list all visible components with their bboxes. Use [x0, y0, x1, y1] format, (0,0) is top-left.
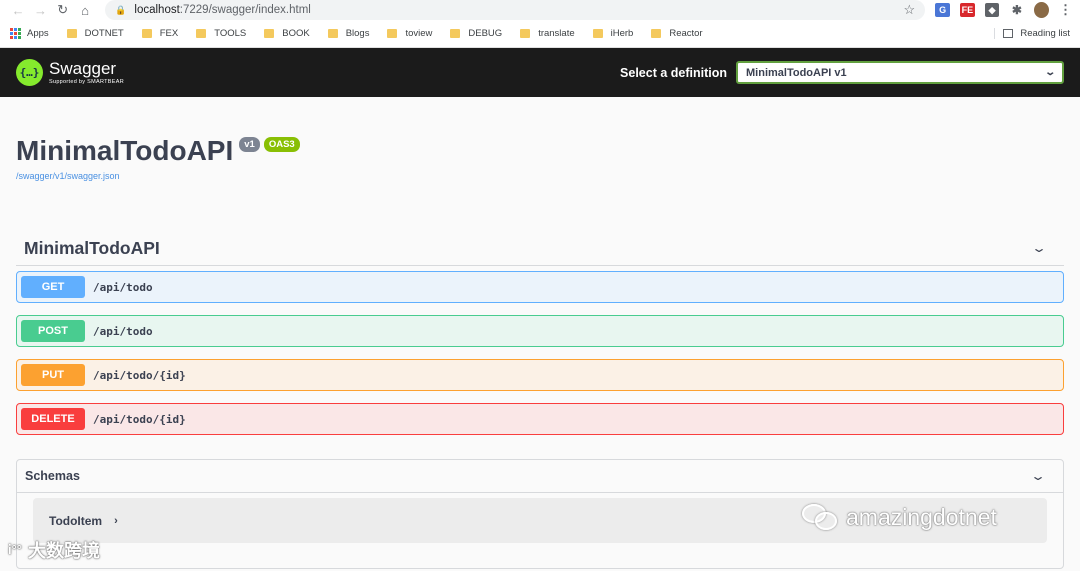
- folder-icon: [651, 29, 662, 38]
- version-badge: v1: [239, 137, 260, 152]
- operation-get-todo[interactable]: GET /api/todo: [16, 271, 1064, 303]
- bookmark-translate[interactable]: translate: [520, 28, 575, 39]
- oas-badge: OAS3: [263, 137, 300, 152]
- bookmark-book[interactable]: BOOK: [264, 28, 310, 39]
- schemas-title: Schemas: [25, 469, 80, 483]
- definition-selector: Select a definition MinimalTodoAPI v1 ⌄: [620, 61, 1064, 84]
- menu-kebab-icon[interactable]: ⋮: [1059, 2, 1072, 18]
- reload-icon[interactable]: ↻: [53, 1, 73, 19]
- watermark-right: amazingdotnet: [800, 502, 997, 532]
- tag-header-minimaltodoapi[interactable]: MinimalTodoAPI ⌄: [16, 231, 1064, 266]
- bookmark-reactor[interactable]: Reactor: [651, 28, 703, 39]
- bookmark-iherb[interactable]: iHerb: [592, 28, 634, 39]
- operation-delete-todo-id[interactable]: DELETE /api/todo/{id}: [16, 403, 1064, 435]
- forward-arrow-icon[interactable]: →: [30, 1, 50, 19]
- bookmark-label: toview: [405, 28, 433, 39]
- bookmark-toview[interactable]: toview: [387, 28, 432, 39]
- operation-path: /api/todo: [93, 280, 153, 294]
- chevron-right-icon: ›: [114, 514, 118, 527]
- schemas-header[interactable]: Schemas ⌄: [17, 460, 1063, 493]
- operation-path: /api/todo: [93, 324, 153, 338]
- spec-json-link[interactable]: /swagger/v1/swagger.json: [16, 171, 1064, 181]
- bookmark-dotnet[interactable]: DOTNET: [66, 28, 124, 39]
- apps-grid-icon: [10, 28, 21, 39]
- bookmark-star-icon[interactable]: ☆: [904, 2, 916, 18]
- back-arrow-icon[interactable]: ←: [8, 1, 28, 19]
- profile-avatar[interactable]: [1034, 2, 1050, 18]
- folder-icon: [66, 29, 77, 38]
- wechat-icon: [800, 502, 840, 532]
- fe-extension-icon[interactable]: FE: [959, 3, 975, 17]
- chevron-down-icon: ⌄: [1043, 67, 1056, 78]
- bookmark-apps[interactable]: Apps: [10, 28, 49, 39]
- translate-extension-icon[interactable]: G: [935, 3, 950, 17]
- logo-subtitle: Supported by SMARTBEAR: [49, 79, 124, 85]
- reading-list-label: Reading list: [1020, 28, 1070, 39]
- chevron-down-icon[interactable]: ⌄: [1031, 241, 1047, 255]
- address-bar[interactable]: 🔒 localhost :7229/swagger/index.html ☆: [105, 0, 926, 20]
- swagger-logo-icon: {…}: [16, 59, 43, 86]
- reading-list-icon: [1003, 29, 1014, 38]
- folder-icon: [264, 29, 275, 38]
- method-badge: GET: [21, 276, 85, 298]
- url-host: localhost: [134, 4, 180, 16]
- folder-icon: [450, 29, 461, 38]
- browser-toolbar: ← → ↻ ⌂ 🔒 localhost :7229/swagger/index.…: [0, 0, 1080, 20]
- method-badge: DELETE: [21, 408, 85, 430]
- operation-post-todo[interactable]: POST /api/todo: [16, 315, 1064, 347]
- folder-icon: [387, 29, 398, 38]
- bookmark-tools[interactable]: TOOLS: [196, 28, 246, 39]
- watermark-left-text: 大数跨境: [28, 541, 101, 561]
- reading-list-button[interactable]: Reading list: [994, 28, 1070, 39]
- watermark-right-text: amazingdotnet: [846, 503, 997, 530]
- bookmark-label: Reactor: [669, 28, 703, 39]
- definition-value: MinimalTodoAPI v1: [746, 66, 847, 79]
- method-badge: POST: [21, 320, 85, 342]
- bookmarks-bar: Apps DOTNET FEX TOOLS BOOK Blogs toview …: [0, 20, 1080, 48]
- bookmark-label: Apps: [27, 28, 49, 39]
- definition-label: Select a definition: [620, 65, 727, 80]
- bookmark-label: Blogs: [345, 28, 370, 39]
- swagger-topbar: {…} Swagger Supported by SMARTBEAR Selec…: [0, 48, 1080, 97]
- folder-icon: [196, 29, 207, 38]
- folder-icon: [592, 29, 603, 38]
- folder-icon: [327, 29, 338, 38]
- bookmark-fex[interactable]: FEX: [141, 28, 179, 39]
- tag-title: MinimalTodoAPI: [24, 237, 160, 258]
- bookmark-label: BOOK: [282, 28, 310, 39]
- shield-extension-icon[interactable]: ◆: [984, 3, 1000, 17]
- operation-path: /api/todo/{id}: [93, 412, 186, 426]
- operation-path: /api/todo/{id}: [93, 368, 186, 382]
- method-badge: PUT: [21, 364, 85, 386]
- bookmark-blogs[interactable]: Blogs: [327, 28, 370, 39]
- url-path: :7229/swagger/index.html: [179, 4, 311, 16]
- watermark-logo-icon: ⅰ°°: [8, 542, 23, 557]
- bookmark-label: TOOLS: [214, 28, 247, 39]
- chevron-down-icon[interactable]: ⌄: [1030, 469, 1046, 483]
- home-icon[interactable]: ⌂: [75, 1, 95, 19]
- swagger-logo[interactable]: {…} Swagger Supported by SMARTBEAR: [16, 59, 124, 86]
- operations-section: MinimalTodoAPI ⌄ GET /api/todo POST /api…: [0, 181, 1080, 435]
- definition-select[interactable]: MinimalTodoAPI v1 ⌄: [736, 61, 1064, 84]
- watermark-left: ⅰ°° 大数跨境: [8, 537, 100, 563]
- page-title: MinimalTodoAPI: [16, 135, 234, 166]
- operation-put-todo-id[interactable]: PUT /api/todo/{id}: [16, 359, 1064, 391]
- api-info: MinimalTodoAPI v1 OAS3 /swagger/v1/swagg…: [0, 97, 1080, 181]
- bookmark-label: translate: [538, 28, 575, 39]
- bookmark-label: FEX: [159, 28, 179, 39]
- logo-name: Swagger: [49, 59, 117, 78]
- bookmark-label: iHerb: [610, 28, 634, 39]
- folder-icon: [141, 29, 152, 38]
- model-name: TodoItem: [49, 513, 103, 528]
- lock-icon: 🔒: [115, 4, 127, 15]
- bookmark-label: DOTNET: [84, 28, 124, 39]
- bookmark-label: DEBUG: [468, 28, 503, 39]
- folder-icon: [520, 29, 531, 38]
- puzzle-extensions-icon[interactable]: ✱: [1009, 3, 1024, 17]
- bookmark-debug[interactable]: DEBUG: [450, 28, 502, 39]
